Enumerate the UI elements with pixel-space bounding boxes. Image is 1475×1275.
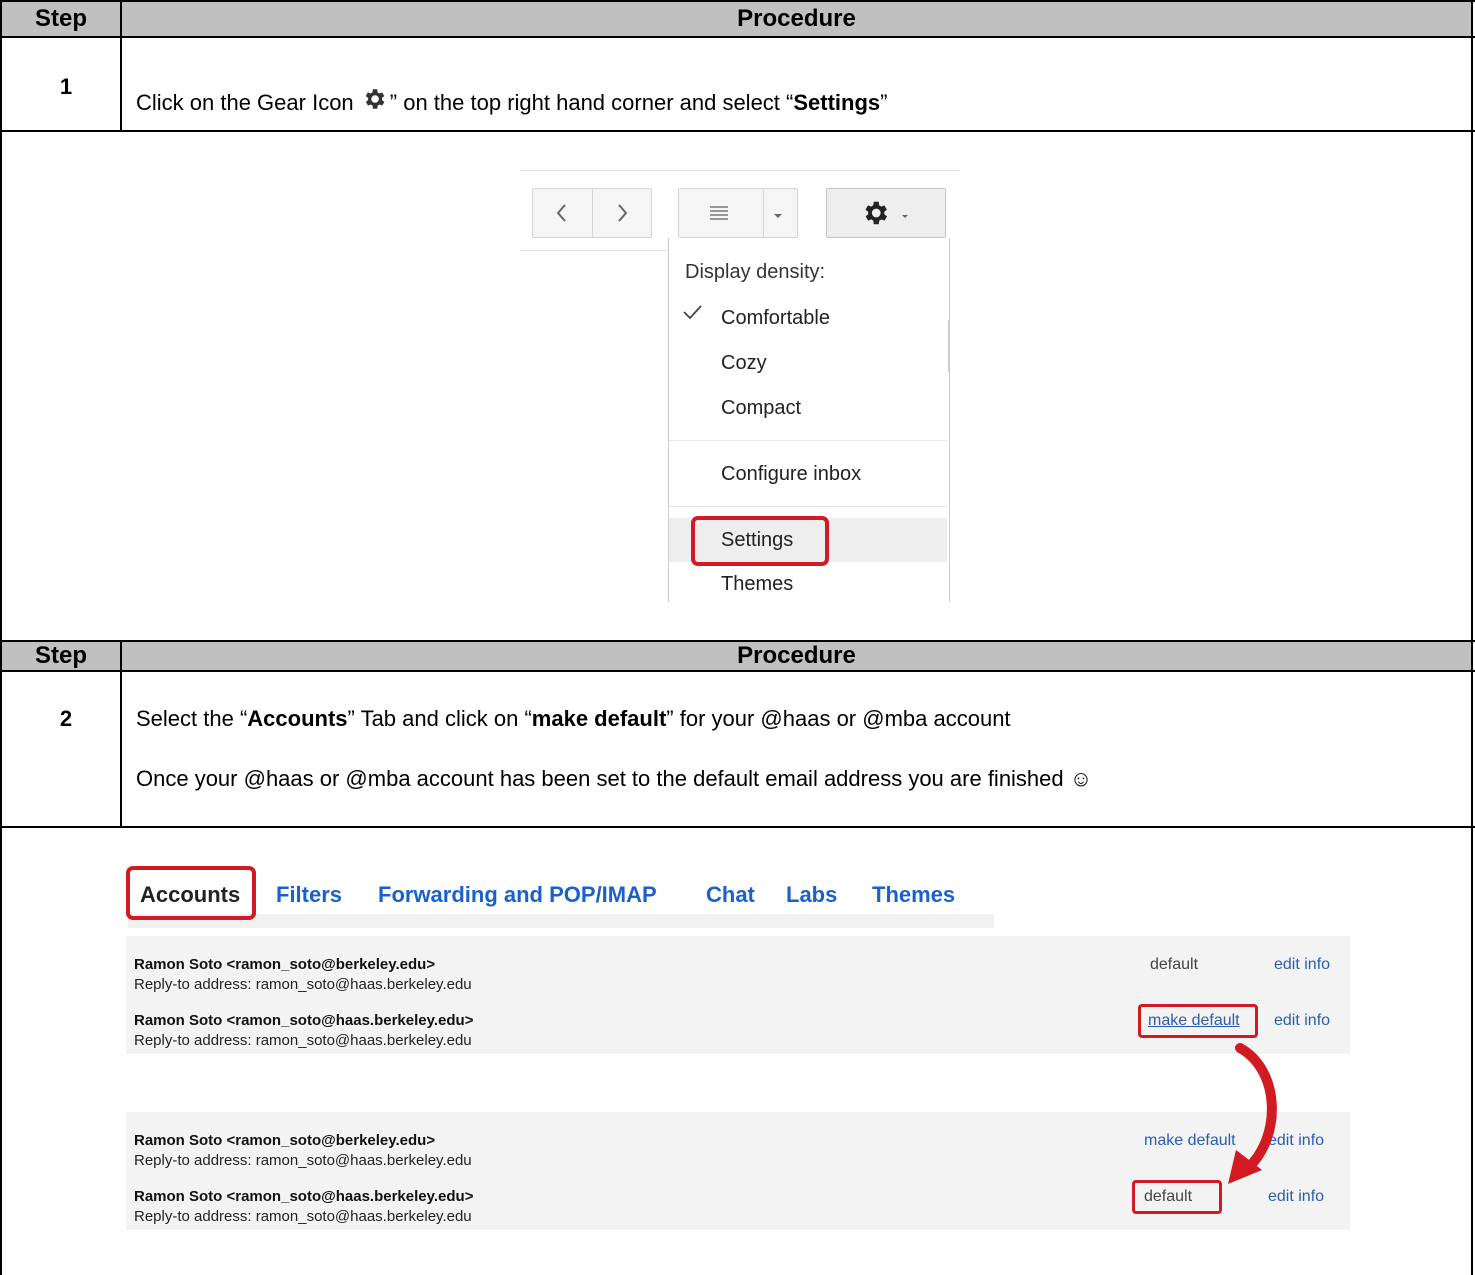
chevron-down-icon[interactable] [772, 208, 784, 218]
gear-icon [360, 86, 390, 112]
tab-labs[interactable]: Labs [786, 882, 837, 908]
make-default-highlight [1138, 1004, 1258, 1038]
tab-chat[interactable]: Chat [706, 882, 755, 908]
curved-arrow-icon [1218, 1040, 1288, 1190]
step-header-2: Step [2, 642, 120, 670]
menu-item-comfortable[interactable]: Comfortable [669, 298, 947, 338]
account-reply-to: Reply-to address: ramon_soto@haas.berkel… [134, 1152, 472, 1169]
account-name: Ramon Soto <ramon_soto@berkeley.edu> [134, 956, 436, 973]
step-instruction: Click on the Gear Icon ” on the top righ… [136, 86, 887, 116]
step-number: 2 [59, 706, 73, 731]
step-number: 1 [59, 74, 73, 99]
settings-highlight-box [691, 516, 829, 566]
account-name: Ramon Soto <ramon_soto@berkeley.edu> [134, 1132, 436, 1149]
accounts-list-before: Ramon Soto <ramon_soto@berkeley.edu> Rep… [126, 936, 1350, 1054]
accounts-list-after: Ramon Soto <ramon_soto@berkeley.edu> Rep… [126, 1112, 1350, 1230]
menu-item-configure-inbox[interactable]: Configure inbox [669, 454, 947, 494]
menu-item-compact[interactable]: Compact [669, 388, 947, 428]
step-header: Step [2, 2, 120, 36]
default-highlight [1132, 1180, 1222, 1214]
account-reply-to: Reply-to address: ramon_soto@haas.berkel… [134, 976, 472, 993]
edit-info-link[interactable]: edit info [1268, 1188, 1324, 1206]
tab-filters[interactable]: Filters [276, 882, 342, 908]
gear-icon [860, 198, 890, 228]
tab-forwarding[interactable]: Forwarding and POP/IMAP [378, 882, 657, 908]
menu-header-display-density: Display density: [685, 260, 826, 283]
edit-info-link[interactable]: edit info [1274, 956, 1330, 974]
chevron-left-icon[interactable] [550, 200, 574, 226]
step-instruction: Select the “Accounts” Tab and click on “… [136, 706, 1011, 731]
settings-tab-bar: Accounts Filters Forwarding and POP/IMAP… [126, 866, 994, 928]
edit-info-link[interactable]: edit info [1274, 1012, 1330, 1030]
account-reply-to: Reply-to address: ramon_soto@haas.berkel… [134, 1208, 472, 1225]
menu-item-cozy[interactable]: Cozy [669, 343, 947, 383]
chevron-down-icon [900, 208, 910, 218]
tab-themes[interactable]: Themes [872, 882, 955, 908]
chevron-right-icon[interactable] [610, 200, 634, 226]
procedure-header-2: Procedure [122, 642, 1471, 670]
gmail-settings-screenshot: Display density: Comfortable Cozy Compac… [520, 170, 960, 602]
procedure-header: Procedure [122, 2, 1471, 36]
menu-item-themes[interactable]: Themes [669, 564, 947, 604]
settings-dropdown-menu: Display density: Comfortable Cozy Compac… [668, 238, 950, 602]
account-default-label: default [1150, 956, 1199, 973]
account-reply-to: Reply-to address: ramon_soto@haas.berkel… [134, 1032, 472, 1049]
account-name: Ramon Soto <ramon_soto@haas.berkeley.edu… [134, 1188, 474, 1205]
step-note: Once your @haas or @mba account has been… [136, 766, 1093, 791]
list-icon [708, 204, 730, 222]
account-name: Ramon Soto <ramon_soto@haas.berkeley.edu… [134, 1012, 474, 1029]
accounts-tab-highlight [126, 866, 256, 920]
